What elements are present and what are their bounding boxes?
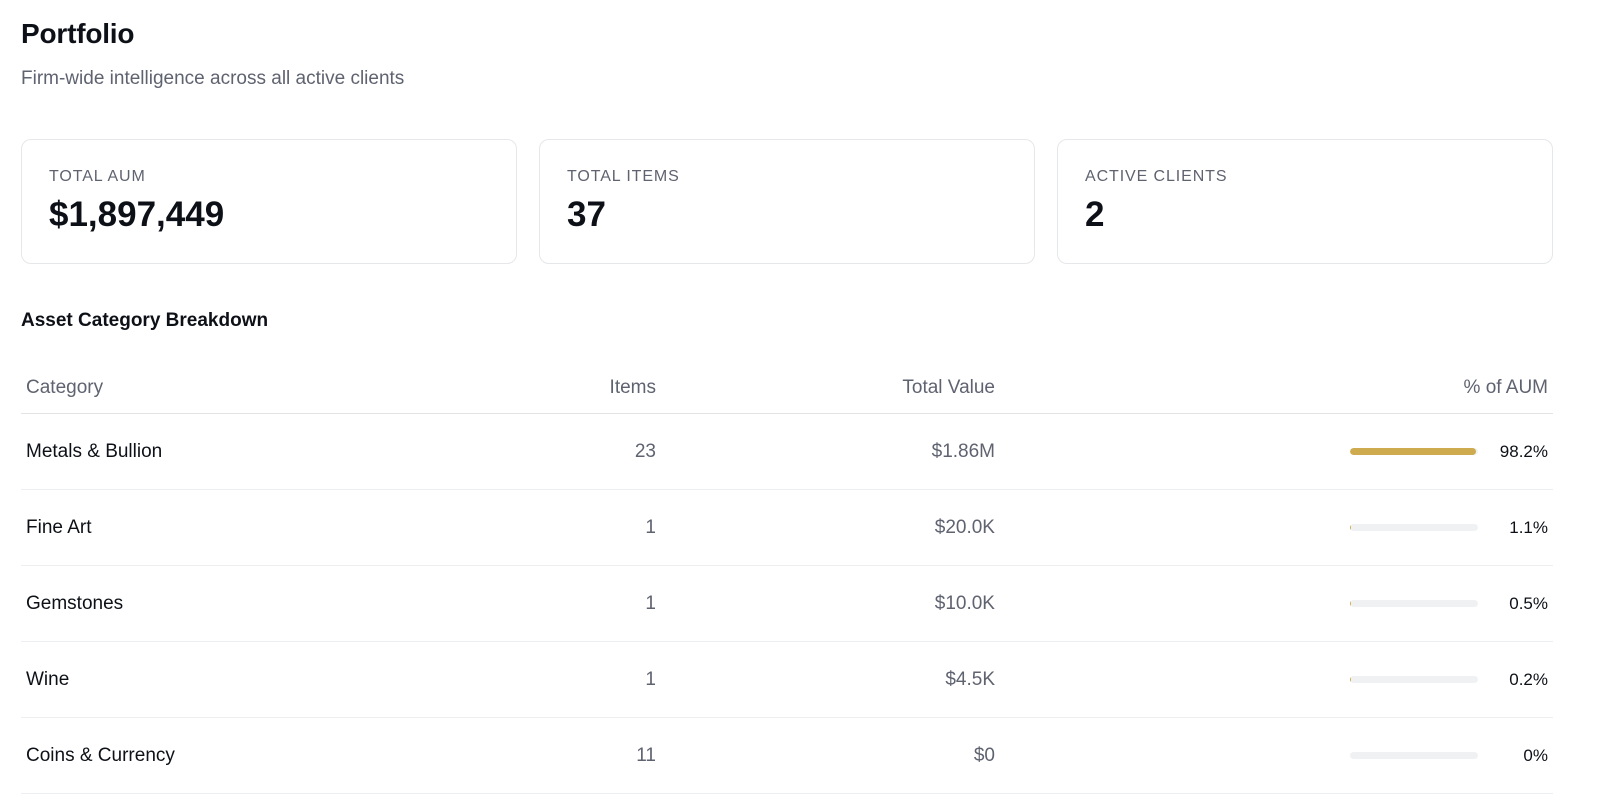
row-category: Fine Art (26, 516, 92, 538)
table-row[interactable]: Metals & Bullion 23 $1.86M 98.2% (21, 414, 1553, 490)
row-total-value: $10.0K (934, 592, 995, 614)
stat-label: ACTIVE CLIENTS (1085, 168, 1228, 185)
row-pct-aum: 1.1% (1001, 490, 1548, 565)
stat-value: 37 (567, 195, 606, 234)
aum-bar-track (1350, 752, 1478, 759)
aum-bar-track (1350, 600, 1478, 607)
table-row[interactable]: Fine Art 1 $20.0K 1.1% (21, 490, 1553, 566)
table-header: Category Items Total Value % of AUM (21, 362, 1553, 414)
row-items: 1 (645, 668, 656, 690)
stat-card-total-items: TOTAL ITEMS 37 (539, 139, 1035, 264)
row-category: Wine (26, 668, 70, 690)
stat-card-active-clients: ACTIVE CLIENTS 2 (1057, 139, 1553, 264)
column-header-category[interactable]: Category (26, 362, 446, 413)
row-items: 1 (645, 592, 656, 614)
stat-label: TOTAL ITEMS (567, 168, 680, 185)
row-items: 1 (645, 516, 656, 538)
column-header-total-value[interactable]: Total Value (661, 362, 995, 413)
row-pct-text: 0.2% (1509, 669, 1548, 689)
category-breakdown-table: Category Items Total Value % of AUM Meta… (21, 362, 1553, 794)
section-title: Asset Category Breakdown (21, 310, 269, 331)
stat-label: TOTAL AUM (49, 168, 146, 185)
aum-bar-track (1350, 524, 1478, 531)
row-total-value: $0 (973, 744, 995, 766)
aum-bar-fill (1350, 448, 1476, 455)
row-pct-text: 0% (1523, 745, 1548, 765)
row-category: Gemstones (26, 592, 124, 614)
table-row[interactable]: Coins & Currency 11 $0 0% (21, 718, 1553, 794)
aum-bar-fill (1350, 524, 1352, 531)
row-total-value: $4.5K (945, 668, 995, 690)
row-pct-text: 98.2% (1499, 441, 1548, 461)
row-pct-text: 1.1% (1509, 517, 1548, 537)
page-subtitle: Firm-wide intelligence across all active… (21, 68, 405, 89)
row-total-value: $1.86M (931, 440, 995, 462)
row-total-value: $20.0K (934, 516, 995, 538)
row-category: Coins & Currency (26, 744, 175, 766)
row-pct-aum: 0.5% (1001, 566, 1548, 641)
portfolio-page: Portfolio Firm-wide intelligence across … (0, 0, 1600, 811)
row-items: 11 (636, 744, 656, 766)
aum-bar-track (1350, 448, 1478, 455)
column-header-items[interactable]: Items (451, 362, 656, 413)
stats-cards: TOTAL AUM $1,897,449 TOTAL ITEMS 37 ACTI… (21, 139, 1553, 264)
row-pct-text: 0.5% (1509, 593, 1548, 613)
stat-card-total-aum: TOTAL AUM $1,897,449 (21, 139, 517, 264)
column-header-pct-aum[interactable]: % of AUM (1001, 362, 1548, 413)
row-pct-aum: 0% (1001, 718, 1548, 793)
table-row[interactable]: Gemstones 1 $10.0K 0.5% (21, 566, 1553, 642)
aum-bar-fill (1350, 600, 1351, 607)
row-category: Metals & Bullion (26, 440, 163, 462)
aum-bar-track (1350, 676, 1478, 683)
row-items: 23 (634, 440, 656, 462)
row-pct-aum: 0.2% (1001, 642, 1548, 717)
row-pct-aum: 98.2% (1001, 414, 1548, 489)
stat-value: 2 (1085, 195, 1105, 234)
table-row[interactable]: Wine 1 $4.5K 0.2% (21, 642, 1553, 718)
page-title: Portfolio (21, 18, 135, 49)
stat-value: $1,897,449 (49, 195, 225, 234)
